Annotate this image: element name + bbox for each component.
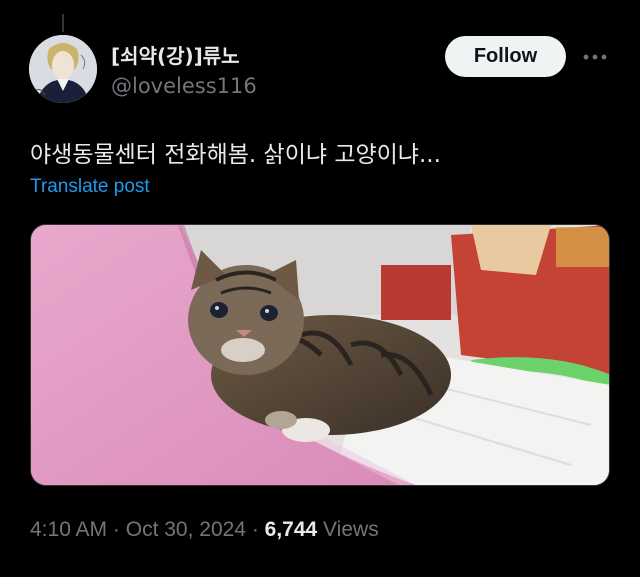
post-text: 야생동물센터 전화해봄. 삵이냐 고양이냐... bbox=[30, 142, 441, 168]
meta-separator: · bbox=[107, 518, 126, 541]
follow-button[interactable]: Follow bbox=[445, 36, 566, 77]
views-label: Views bbox=[317, 518, 379, 541]
meta-separator: · bbox=[245, 518, 265, 541]
post-image[interactable] bbox=[30, 224, 610, 486]
avatar-illustration bbox=[29, 35, 97, 103]
author-display-name[interactable]: [쇠약(강)]류노 bbox=[111, 40, 240, 69]
author-handle[interactable]: @loveless116 bbox=[111, 74, 257, 98]
avatar[interactable] bbox=[29, 35, 97, 103]
more-horizontal-icon bbox=[583, 54, 607, 60]
post-date[interactable]: Oct 30, 2024 bbox=[126, 518, 246, 541]
more-options-button[interactable] bbox=[580, 44, 610, 70]
post-time[interactable]: 4:10 AM bbox=[30, 518, 107, 541]
translate-post-link[interactable]: Translate post bbox=[30, 176, 150, 198]
thread-connector-line bbox=[62, 14, 64, 32]
views-count[interactable]: 6,744 bbox=[265, 518, 318, 541]
kitten-photo bbox=[31, 225, 609, 485]
post-metadata: 4:10 AM · Oct 30, 2024 · 6,744 Views bbox=[30, 518, 379, 542]
